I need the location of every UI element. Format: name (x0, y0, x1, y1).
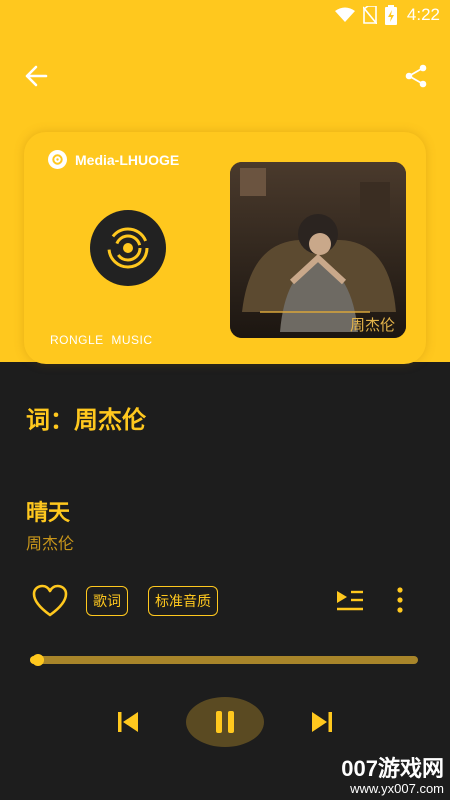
status-bar: 4:22 (0, 0, 450, 30)
album-cover: 周杰伦 (230, 162, 406, 338)
share-button[interactable] (398, 58, 434, 94)
watermark-main: 007游戏网 (341, 756, 444, 781)
quality-button[interactable]: 标准音质 (148, 586, 218, 616)
status-icons: 4:22 (334, 5, 440, 25)
header-area: 4:22 Media-LHUOGE RONGLE MUSIC 周杰伦 (0, 0, 450, 364)
cover-art-text: 周杰伦 (350, 316, 395, 334)
brand-logo-icon (48, 150, 67, 169)
wifi-icon (334, 7, 355, 22)
battery-charging-icon (384, 5, 397, 25)
watermark-sub: www.yx007.com (350, 781, 444, 796)
lyrics-button[interactable]: 歌词 (86, 586, 128, 616)
card-footer-label: RONGLE MUSIC (50, 333, 153, 347)
player-screen: 4:22 Media-LHUOGE RONGLE MUSIC 周杰伦 词：周杰伦… (0, 0, 450, 800)
back-button[interactable] (18, 58, 54, 94)
playlist-icon[interactable] (334, 587, 366, 613)
song-title: 晴天 (26, 501, 71, 526)
watermark: 007游戏网 www.yx007.com (341, 756, 444, 797)
progress-bar[interactable] (30, 654, 418, 666)
previous-icon[interactable] (114, 708, 142, 736)
pause-button[interactable] (186, 697, 264, 747)
album-card: Media-LHUOGE RONGLE MUSIC 周杰伦 (24, 132, 426, 364)
arrow-left-icon (25, 65, 48, 87)
song-artist: 周杰伦 (26, 534, 75, 553)
more-icon[interactable] (390, 586, 410, 614)
share-icon (405, 64, 427, 88)
next-icon[interactable] (308, 708, 336, 736)
lyric-line: 词：周杰伦 (26, 406, 146, 434)
disc-icon (90, 210, 166, 286)
status-time: 4:22 (406, 5, 440, 24)
brand-name: Media-LHUOGE (75, 151, 180, 168)
pause-icon (216, 711, 234, 733)
brand: Media-LHUOGE (48, 150, 179, 169)
action-row: 歌词 标准音质 (32, 584, 238, 618)
heart-icon[interactable] (32, 584, 68, 618)
progress-knob[interactable] (31, 654, 44, 666)
no-sim-icon (362, 6, 377, 24)
